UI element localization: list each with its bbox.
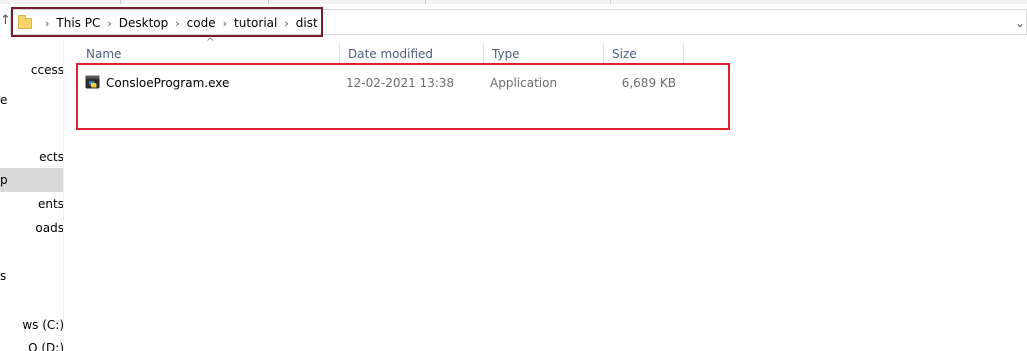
breadcrumb: › This PC › Desktop › code › tutorial › … bbox=[38, 14, 318, 32]
file-date-modified: 12-02-2021 13:38 bbox=[346, 76, 455, 90]
chevron-right-icon[interactable]: › bbox=[223, 17, 227, 30]
address-row: ↑ › This PC › Desktop › code › tutorial … bbox=[0, 6, 1027, 38]
nav-item-label: O (D:) bbox=[28, 341, 64, 351]
breadcrumb-code[interactable]: code bbox=[187, 16, 216, 30]
breadcrumb-desktop[interactable]: Desktop bbox=[119, 16, 169, 30]
column-header-type[interactable]: Type bbox=[484, 43, 604, 65]
file-list: ^ Name Date modified Type Size ConsloePr… bbox=[66, 38, 1027, 351]
nav-item-documents[interactable]: ents bbox=[0, 192, 64, 216]
nav-item-label: ents bbox=[38, 197, 64, 211]
file-type: Application bbox=[490, 76, 558, 90]
file-name: ConsloeProgram.exe bbox=[106, 76, 230, 90]
nav-item-drive-d[interactable]: O (D:) bbox=[0, 336, 64, 351]
python-exe-icon bbox=[85, 75, 100, 89]
chevron-right-icon[interactable]: › bbox=[107, 17, 111, 30]
top-toolbar-strip bbox=[0, 0, 1027, 4]
nav-item-quick-access[interactable]: ccess bbox=[0, 58, 64, 82]
breadcrumb-this-pc[interactable]: This PC bbox=[56, 16, 100, 30]
chevron-right-icon[interactable]: › bbox=[175, 17, 179, 30]
list-item[interactable]: ConsloeProgram.exe 12-02-2021 13:38 Appl… bbox=[80, 72, 690, 94]
nav-item-label: oads bbox=[35, 221, 64, 235]
chevron-right-icon[interactable]: › bbox=[45, 17, 49, 30]
nav-item-3d-objects[interactable]: ects bbox=[0, 145, 64, 169]
up-arrow-icon[interactable]: ↑ bbox=[0, 12, 10, 30]
navigation-pane: ccess e ects p ents oads s ws (C:) O (D:… bbox=[0, 40, 64, 351]
nav-item-label: p bbox=[0, 173, 8, 187]
column-headers: Name Date modified Type Size bbox=[78, 43, 688, 65]
nav-item-desktop[interactable]: p bbox=[0, 168, 63, 192]
nav-item[interactable]: s bbox=[0, 264, 63, 288]
column-header-date-modified[interactable]: Date modified bbox=[340, 43, 484, 65]
file-size: 6,689 KB bbox=[621, 76, 676, 90]
breadcrumb-dist[interactable]: dist bbox=[296, 16, 318, 30]
column-header-name[interactable]: Name bbox=[78, 43, 340, 65]
breadcrumb-tutorial[interactable]: tutorial bbox=[234, 16, 277, 30]
nav-item[interactable]: e bbox=[0, 88, 63, 112]
chevron-down-icon[interactable]: ⌄ bbox=[1015, 16, 1025, 30]
nav-item-label: ccess bbox=[30, 63, 64, 77]
folder-icon bbox=[18, 15, 32, 29]
column-header-size[interactable]: Size bbox=[604, 43, 684, 65]
chevron-right-icon[interactable]: › bbox=[284, 17, 288, 30]
nav-item-label: e bbox=[0, 93, 8, 107]
nav-item-label: s bbox=[0, 269, 7, 283]
nav-item-drive-c[interactable]: ws (C:) bbox=[0, 313, 64, 337]
nav-item-label: ects bbox=[39, 150, 64, 164]
nav-item-label: ws (C:) bbox=[22, 318, 64, 332]
nav-item-downloads[interactable]: oads bbox=[0, 216, 64, 240]
